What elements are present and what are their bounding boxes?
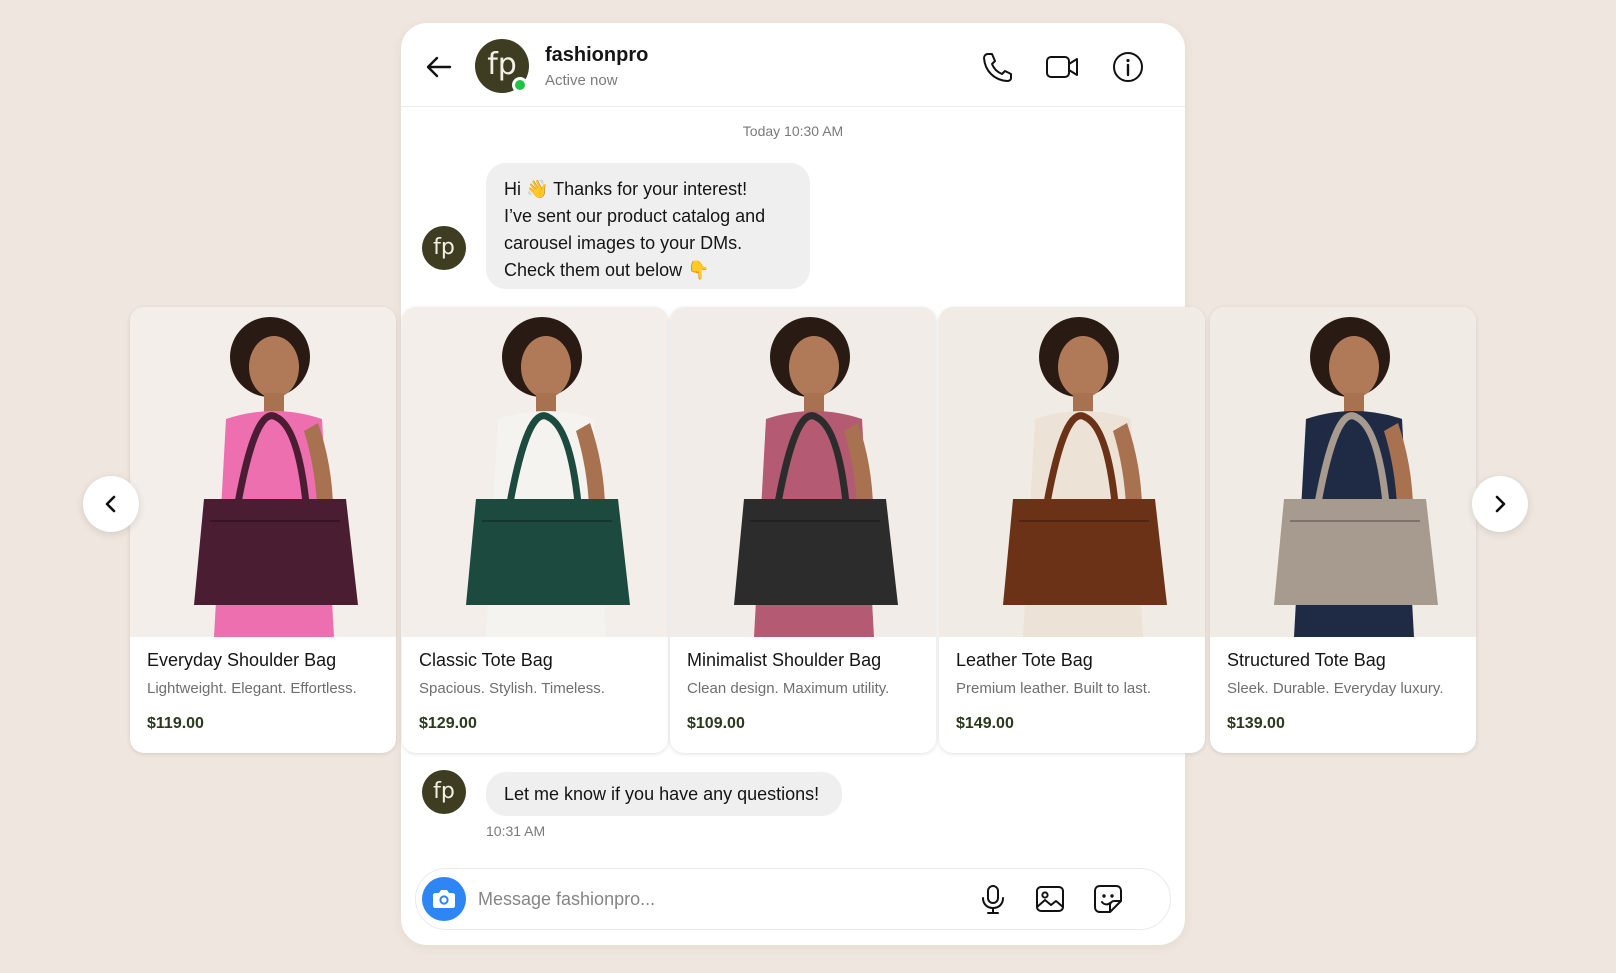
bag-body <box>466 499 630 605</box>
message-composer <box>415 868 1171 930</box>
model-face <box>1329 336 1379 398</box>
info-icon[interactable] <box>1109 48 1147 86</box>
model-face <box>249 336 299 398</box>
message-line: Hi 👋 Thanks for your interest! <box>504 179 748 199</box>
contact-status: Active now <box>545 72 618 89</box>
product-image <box>939 307 1205 637</box>
product-image <box>402 307 668 637</box>
product-description: Spacious. Stylish. Timeless. <box>419 680 605 697</box>
chevron-left-icon <box>105 495 116 513</box>
product-title: Everyday Shoulder Bag <box>147 650 337 670</box>
product-card[interactable]: Classic Tote Bag Spacious. Stylish. Time… <box>402 307 668 753</box>
bag-body <box>1274 499 1438 605</box>
phone-icon[interactable] <box>977 48 1015 86</box>
model-face <box>1058 336 1108 398</box>
model-face <box>789 336 839 398</box>
product-description: Sleek. Durable. Everyday luxury. <box>1227 680 1444 697</box>
product-description: Premium leather. Built to last. <box>956 680 1152 697</box>
product-title: Structured Tote Bag <box>1227 650 1386 670</box>
model-face <box>521 336 571 398</box>
product-price: $149.00 <box>956 715 1014 732</box>
sticker-icon[interactable] <box>1091 882 1125 916</box>
message-time: 10:31 AM <box>486 823 546 839</box>
chat-header: fp fashionpro Active now <box>401 23 1185 107</box>
product-card[interactable]: Minimalist Shoulder Bag Clean design. Ma… <box>670 307 936 753</box>
sender-avatar: fp <box>422 770 466 814</box>
message-line: Check them out below 👇 <box>504 260 710 280</box>
product-price: $109.00 <box>687 715 745 732</box>
bag-body <box>194 499 358 605</box>
message-bubble: Let me know if you have any questions! <box>486 772 842 816</box>
microphone-icon[interactable] <box>976 882 1010 916</box>
sender-avatar: fp <box>422 226 466 270</box>
product-card[interactable]: Leather Tote Bag Premium leather. Built … <box>939 307 1205 753</box>
product-price: $119.00 <box>147 715 204 732</box>
carousel-prev-button[interactable] <box>83 476 139 532</box>
bag-body <box>734 499 898 605</box>
product-description: Lightweight. Elegant. Effortless. <box>147 680 357 697</box>
camera-button[interactable] <box>422 877 466 921</box>
product-price: $139.00 <box>1227 715 1285 732</box>
product-description: Clean design. Maximum utility. <box>687 680 890 697</box>
product-title: Leather Tote Bag <box>956 650 1093 670</box>
message-line: carousel images to your DMs. <box>504 233 743 253</box>
product-title: Minimalist Shoulder Bag <box>687 650 882 670</box>
message-bubble: Hi 👋 Thanks for your interest! I’ve sent… <box>486 163 810 289</box>
contact-name[interactable]: fashionpro <box>545 44 648 67</box>
product-card[interactable]: Everyday Shoulder Bag Lightweight. Elega… <box>130 307 396 753</box>
message-input[interactable] <box>478 881 948 917</box>
product-image <box>1210 307 1476 637</box>
camera-icon <box>433 890 455 908</box>
product-card[interactable]: Structured Tote Bag Sleek. Durable. Ever… <box>1210 307 1476 753</box>
carousel-next-button[interactable] <box>1472 476 1528 532</box>
message-line: I’ve sent our product catalog and <box>504 206 766 226</box>
product-image <box>670 307 936 637</box>
product-image <box>130 307 396 637</box>
product-price: $129.00 <box>419 715 477 732</box>
online-status-dot <box>512 77 528 93</box>
bag-body <box>1003 499 1167 605</box>
conversation-timestamp: Today 10:30 AM <box>742 123 844 139</box>
chevron-right-icon <box>1495 495 1506 513</box>
product-title: Classic Tote Bag <box>419 650 553 670</box>
back-arrow-icon[interactable] <box>423 51 455 83</box>
gallery-icon[interactable] <box>1033 882 1067 916</box>
video-call-icon[interactable] <box>1043 48 1081 86</box>
